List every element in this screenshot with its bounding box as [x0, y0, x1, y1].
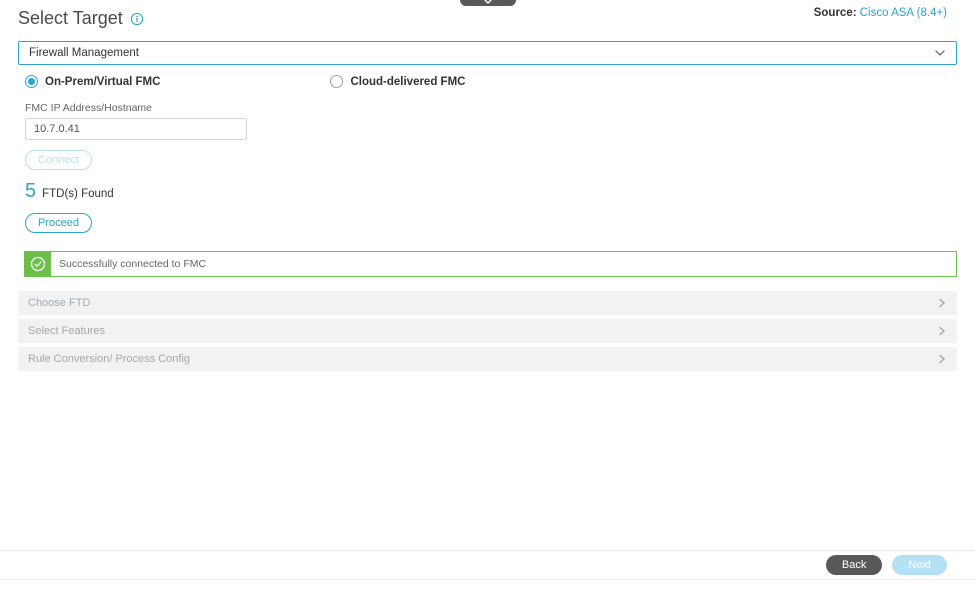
next-button: Next — [892, 555, 947, 575]
source-line: Source: Cisco ASA (8.4+) — [814, 7, 947, 19]
success-text: Successfully connected to FMC — [51, 252, 206, 276]
radio-cloud-fmc[interactable]: Cloud-delivered FMC — [330, 75, 465, 88]
page-title: Select Target — [18, 8, 123, 29]
fmc-ip-input[interactable] — [25, 118, 247, 140]
back-button[interactable]: Back — [826, 555, 882, 575]
radio-cloud-label: Cloud-delivered FMC — [350, 76, 465, 88]
radio-onprem-label: On-Prem/Virtual FMC — [45, 76, 160, 88]
ftd-found-line: 5 FTD(s) Found — [14, 180, 961, 203]
chevron-right-icon — [937, 326, 947, 336]
step-rule-conversion[interactable]: Rule Conversion/ Process Config — [18, 347, 957, 371]
footer: Back Next — [0, 550, 975, 580]
info-icon[interactable] — [130, 12, 144, 26]
step-label: Select Features — [28, 325, 105, 337]
chevron-right-icon — [937, 298, 947, 308]
chevron-right-icon — [937, 354, 947, 364]
fmc-ip-label: FMC IP Address/Hostname — [14, 102, 961, 114]
step-choose-ftd[interactable]: Choose FTD — [18, 291, 957, 315]
step-select-features[interactable]: Select Features — [18, 319, 957, 343]
ftd-found-count: 5 — [25, 180, 36, 203]
chevron-down-icon — [934, 47, 946, 59]
step-label: Rule Conversion/ Process Config — [28, 353, 190, 365]
checkmark-circle-icon — [25, 252, 51, 276]
target-select[interactable]: Firewall Management — [18, 41, 957, 65]
source-link[interactable]: Cisco ASA (8.4+) — [860, 7, 947, 19]
radio-selected-icon — [25, 75, 38, 88]
step-label: Choose FTD — [28, 297, 90, 309]
target-select-value: Firewall Management — [29, 47, 139, 59]
success-banner: Successfully connected to FMC — [24, 251, 957, 277]
source-label: Source: — [814, 7, 857, 19]
connect-button[interactable]: Connect — [25, 150, 92, 170]
proceed-button[interactable]: Proceed — [25, 213, 92, 233]
ftd-found-text: FTD(s) Found — [42, 188, 114, 200]
top-collapse-tab[interactable] — [460, 0, 516, 6]
radio-unselected-icon — [330, 75, 343, 88]
radio-onprem-fmc[interactable]: On-Prem/Virtual FMC — [25, 75, 160, 88]
chevron-down-icon — [481, 0, 495, 6]
